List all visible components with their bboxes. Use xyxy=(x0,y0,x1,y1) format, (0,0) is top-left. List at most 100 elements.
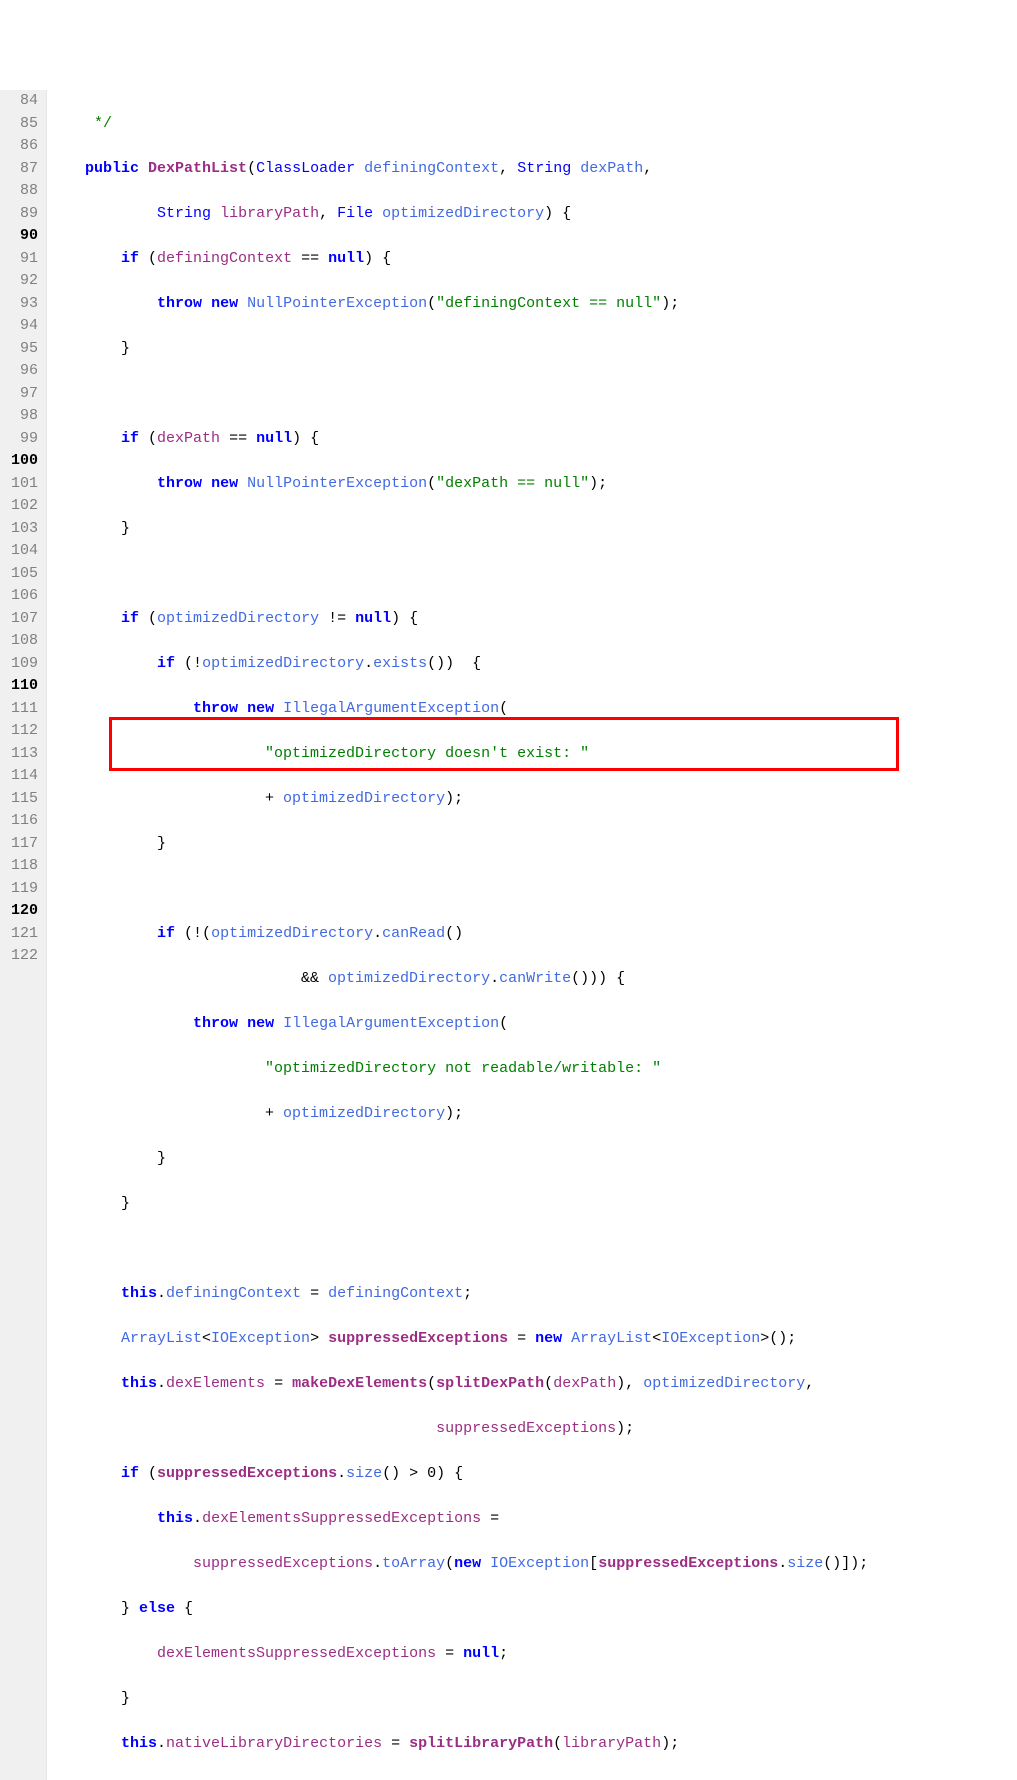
code-line: public DexPathList(ClassLoader definingC… xyxy=(49,158,868,181)
type: ArrayList xyxy=(121,1330,202,1347)
code-line: this.dexElementsSuppressedExceptions = xyxy=(49,1508,868,1531)
line-number: 106 xyxy=(4,585,38,608)
method: canRead xyxy=(382,925,445,942)
code-line: && optimizedDirectory.canWrite())) { xyxy=(49,968,868,991)
class-name: DexPathList xyxy=(148,160,247,177)
code-line: } xyxy=(49,518,868,541)
identifier: suppressedExceptions xyxy=(193,1555,373,1572)
keyword: this xyxy=(121,1285,157,1302)
code-line: } xyxy=(49,833,868,856)
line-number: 84 xyxy=(4,90,38,113)
method: splitDexPath xyxy=(436,1375,544,1392)
line-number: 93 xyxy=(4,293,38,316)
identifier: optimizedDirectory xyxy=(202,655,364,672)
type: File xyxy=(337,205,373,222)
line-number: 109 xyxy=(4,653,38,676)
line-number: 92 xyxy=(4,270,38,293)
line-number: 103 xyxy=(4,518,38,541)
line-number: 116 xyxy=(4,810,38,833)
string: "optimizedDirectory not readable/writabl… xyxy=(265,1060,661,1077)
code-line: if (!optimizedDirectory.exists()) { xyxy=(49,653,868,676)
keyword: this xyxy=(157,1510,193,1527)
param: optimizedDirectory xyxy=(382,205,544,222)
keyword: new xyxy=(535,1330,562,1347)
code-line: if (definingContext == null) { xyxy=(49,248,868,271)
keyword: this xyxy=(121,1735,157,1752)
line-number: 105 xyxy=(4,563,38,586)
keyword: null xyxy=(256,430,292,447)
code-line: } xyxy=(49,338,868,361)
identifier: optimizedDirectory xyxy=(643,1375,805,1392)
method: toArray xyxy=(382,1555,445,1572)
keyword: new xyxy=(211,475,238,492)
param: definingContext xyxy=(364,160,499,177)
keyword: if xyxy=(121,610,139,627)
line-number: 107 xyxy=(4,608,38,631)
code-line: } xyxy=(49,1193,868,1216)
keyword: if xyxy=(121,250,139,267)
keyword: throw xyxy=(193,700,238,717)
field: dexElementsSuppressedExceptions xyxy=(202,1510,481,1527)
line-number: 113 xyxy=(4,743,38,766)
code-line: } xyxy=(49,1688,868,1711)
identifier: dexPath xyxy=(553,1375,616,1392)
type: NullPointerException xyxy=(247,475,427,492)
line-number: 114 xyxy=(4,765,38,788)
method: canWrite xyxy=(499,970,571,987)
field: dexElements xyxy=(166,1375,265,1392)
code-line: suppressedExceptions.toArray(new IOExcep… xyxy=(49,1553,868,1576)
line-number: 88 xyxy=(4,180,38,203)
keyword: null xyxy=(328,250,364,267)
line-number: 102 xyxy=(4,495,38,518)
method: makeDexElements xyxy=(292,1375,427,1392)
identifier: suppressedExceptions xyxy=(436,1420,616,1437)
code-line: throw new NullPointerException("dexPath … xyxy=(49,473,868,496)
method: exists xyxy=(373,655,427,672)
type: IOException xyxy=(211,1330,310,1347)
type: IOException xyxy=(661,1330,760,1347)
line-number-gutter: 8485868788899091929394959697989910010110… xyxy=(0,90,47,1780)
identifier: suppressedExceptions xyxy=(157,1465,337,1482)
line-number: 85 xyxy=(4,113,38,136)
code-line: ArrayList<IOException> suppressedExcepti… xyxy=(49,1328,868,1351)
type: String xyxy=(517,160,571,177)
type: IllegalArgumentException xyxy=(283,1015,499,1032)
keyword: new xyxy=(454,1555,481,1572)
code-line: + optimizedDirectory); xyxy=(49,788,868,811)
method: size xyxy=(346,1465,382,1482)
code-line: if (suppressedExceptions.size() > 0) { xyxy=(49,1463,868,1486)
code-line: */ xyxy=(49,113,868,136)
identifier: optimizedDirectory xyxy=(283,1105,445,1122)
identifier: optimizedDirectory xyxy=(283,790,445,807)
code-line: String libraryPath, File optimizedDirect… xyxy=(49,203,868,226)
code-line: } xyxy=(49,1148,868,1171)
code-line: if (dexPath == null) { xyxy=(49,428,868,451)
code-line: throw new IllegalArgumentException( xyxy=(49,1013,868,1036)
code-line: this.definingContext = definingContext; xyxy=(49,1283,868,1306)
line-number: 95 xyxy=(4,338,38,361)
code-line: } xyxy=(49,1778,868,1780)
method: splitLibraryPath xyxy=(409,1735,553,1752)
method: size xyxy=(787,1555,823,1572)
line-number: 120 xyxy=(4,900,38,923)
keyword: new xyxy=(247,700,274,717)
code-line: if (optimizedDirectory != null) { xyxy=(49,608,868,631)
type: IOException xyxy=(490,1555,589,1572)
code-line: } else { xyxy=(49,1598,868,1621)
param: dexPath xyxy=(580,160,643,177)
line-number: 100 xyxy=(4,450,38,473)
code-editor: 8485868788899091929394959697989910010110… xyxy=(0,90,1017,1780)
identifier: definingContext xyxy=(157,250,292,267)
line-number: 89 xyxy=(4,203,38,226)
keyword: if xyxy=(121,430,139,447)
code-line: throw new NullPointerException("defining… xyxy=(49,293,868,316)
keyword: if xyxy=(121,1465,139,1482)
string: "dexPath == null" xyxy=(436,475,589,492)
identifier: suppressedExceptions xyxy=(598,1555,778,1572)
keyword: null xyxy=(463,1645,499,1662)
keyword: throw xyxy=(193,1015,238,1032)
line-number: 111 xyxy=(4,698,38,721)
line-number: 97 xyxy=(4,383,38,406)
string: "definingContext == null" xyxy=(436,295,661,312)
keyword: if xyxy=(157,655,175,672)
